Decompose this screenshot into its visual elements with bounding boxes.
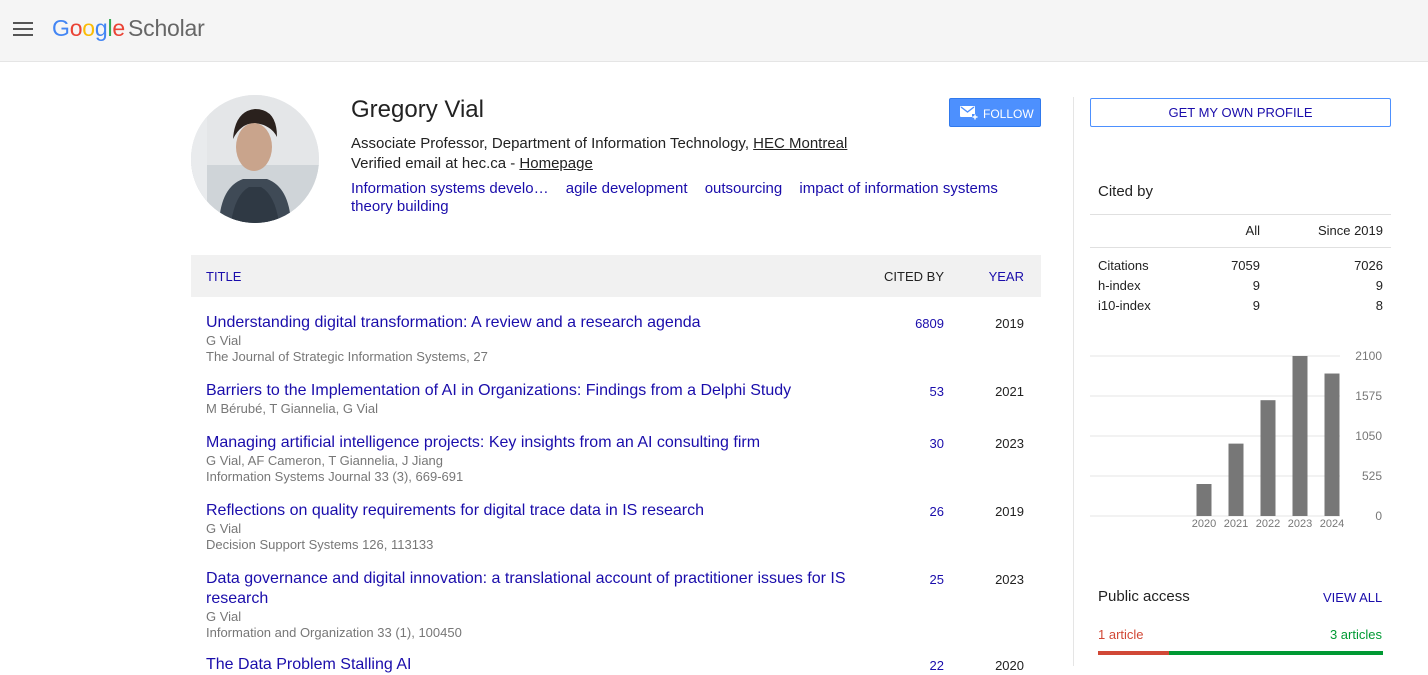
chart-bar-2020[interactable]	[1196, 484, 1212, 516]
affiliation-link[interactable]: HEC Montreal	[753, 135, 847, 152]
citations-bar-chart: 0 525 1050 1575 2100 2020 2021 2022 2023 2024	[1090, 349, 1382, 530]
cited-by-count[interactable]: 53	[930, 384, 944, 399]
stat-label: i10-index	[1098, 298, 1151, 313]
articles-table-header: TITLE CITED BY YEAR	[191, 255, 1041, 297]
not-available-count[interactable]: 1 article	[1098, 627, 1144, 642]
cited-by-count[interactable]: 6809	[915, 316, 944, 331]
avatar	[191, 95, 319, 223]
sort-by-year[interactable]: YEAR	[989, 269, 1024, 284]
email-text: Verified email at hec.ca -	[351, 155, 520, 172]
logo-scholar-text: Scholar	[128, 15, 205, 41]
logo-google-text: Google	[52, 15, 125, 41]
chart-y-tick-label: 1575	[1355, 389, 1382, 403]
chart-bar-2022[interactable]	[1260, 400, 1276, 516]
research-interests: Information systems develo… agile develo…	[351, 180, 1021, 216]
interest-link[interactable]: Information systems develo…	[351, 180, 549, 198]
follow-label: FOLLOW	[983, 107, 1034, 121]
column-divider	[1073, 97, 1074, 666]
chart-bar-2024[interactable]	[1324, 373, 1340, 516]
article-year: 2021	[995, 384, 1024, 399]
stat-label: h-index	[1098, 278, 1141, 293]
envelope-plus-icon	[960, 106, 978, 120]
cited-by-heading: Cited by	[1098, 183, 1154, 200]
article-venue: Information Systems Journal 33 (3), 669-…	[206, 469, 464, 484]
profile-name: Gregory Vial	[351, 96, 484, 123]
chart-x-tick-label: 2023	[1288, 518, 1312, 530]
article-title-link[interactable]: Barriers to the Implementation of AI in …	[206, 381, 866, 401]
stat-label: Citations	[1098, 258, 1149, 273]
article-authors: G Vial	[206, 333, 242, 348]
stat-all: 9	[1252, 298, 1260, 313]
public-access-bar	[1098, 651, 1383, 655]
cited-by-count[interactable]: 26	[930, 504, 944, 519]
article-title-link[interactable]: Managing artificial intelligence project…	[206, 433, 866, 453]
article-year: 2019	[995, 504, 1024, 519]
sort-by-title[interactable]: TITLE	[206, 269, 241, 284]
article-venue: Information and Organization 33 (1), 100…	[206, 625, 462, 640]
chart-y-tick-label: 525	[1362, 469, 1382, 483]
stat-since: 8	[1375, 298, 1383, 313]
cited-by-count[interactable]: 30	[930, 436, 944, 451]
article-authors: M Bérubé, T Giannelia, G Vial	[206, 401, 378, 416]
public-access-bar-unavailable	[1098, 651, 1170, 655]
interest-link[interactable]: impact of information systems	[799, 180, 997, 198]
article-title-link[interactable]: Understanding digital transformation: A …	[206, 313, 866, 333]
stats-header-since: Since 2019	[1317, 223, 1383, 238]
affiliation: Associate Professor, Department of Infor…	[351, 135, 847, 152]
stat-all: 7059	[1231, 258, 1260, 273]
interest-link[interactable]: outsourcing	[705, 180, 783, 198]
article-title-link[interactable]: Data governance and digital innovation: …	[206, 569, 866, 609]
article-year: 2023	[995, 572, 1024, 587]
chart-y-tick-label: 1050	[1355, 429, 1382, 443]
stat-since: 9	[1375, 278, 1383, 293]
chart-x-tick-label: 2021	[1224, 518, 1248, 530]
follow-button[interactable]: FOLLOW	[949, 98, 1041, 127]
stats-header-all: All	[1245, 223, 1260, 238]
interest-link[interactable]: theory building	[351, 198, 449, 216]
article-year: 2019	[995, 316, 1024, 331]
article-title-link[interactable]: Reflections on quality requirements for …	[206, 501, 866, 521]
homepage-link[interactable]: Homepage	[519, 155, 592, 172]
affiliation-text: Associate Professor, Department of Infor…	[351, 135, 754, 152]
public-access-heading: Public access	[1098, 588, 1190, 605]
article-title-link[interactable]: The Data Problem Stalling AI	[206, 655, 866, 675]
chart-x-tick-label: 2022	[1256, 518, 1280, 530]
view-all-link[interactable]: VIEW ALL	[1323, 590, 1382, 605]
available-count[interactable]: 3 articles	[1330, 627, 1382, 642]
article-authors: G Vial	[206, 609, 242, 624]
article-year: 2023	[995, 436, 1024, 451]
article-venue: Decision Support Systems 126, 113133	[206, 537, 434, 552]
chart-bar-2021[interactable]	[1228, 443, 1244, 516]
stats-divider	[1090, 247, 1391, 248]
stat-all: 9	[1252, 278, 1260, 293]
top-bar: Google Scholar	[0, 0, 1428, 62]
google-scholar-logo[interactable]: Google Scholar	[52, 15, 205, 42]
chart-x-tick-label: 2024	[1320, 518, 1344, 530]
get-my-own-profile-button[interactable]: GET MY OWN PROFILE	[1090, 98, 1391, 127]
article-authors: G Vial, AF Cameron, T Giannelia, J Jiang	[206, 453, 444, 468]
interest-link[interactable]: agile development	[566, 180, 688, 198]
hamburger-menu-icon[interactable]	[13, 22, 33, 38]
verified-email: Verified email at hec.ca - Homepage	[351, 155, 593, 172]
chart-x-tick-label: 2020	[1192, 518, 1216, 530]
cited-by-count[interactable]: 25	[930, 572, 944, 587]
chart-y-tick-label: 0	[1375, 509, 1382, 523]
stat-since: 7026	[1354, 258, 1383, 273]
article-authors: G Vial	[206, 521, 242, 536]
chart-bar-2023[interactable]	[1292, 356, 1308, 516]
stats-divider	[1090, 214, 1391, 215]
sort-by-cited[interactable]: CITED BY	[884, 269, 944, 284]
article-venue: The Journal of Strategic Information Sys…	[206, 349, 488, 364]
chart-y-tick-label: 2100	[1355, 349, 1382, 363]
